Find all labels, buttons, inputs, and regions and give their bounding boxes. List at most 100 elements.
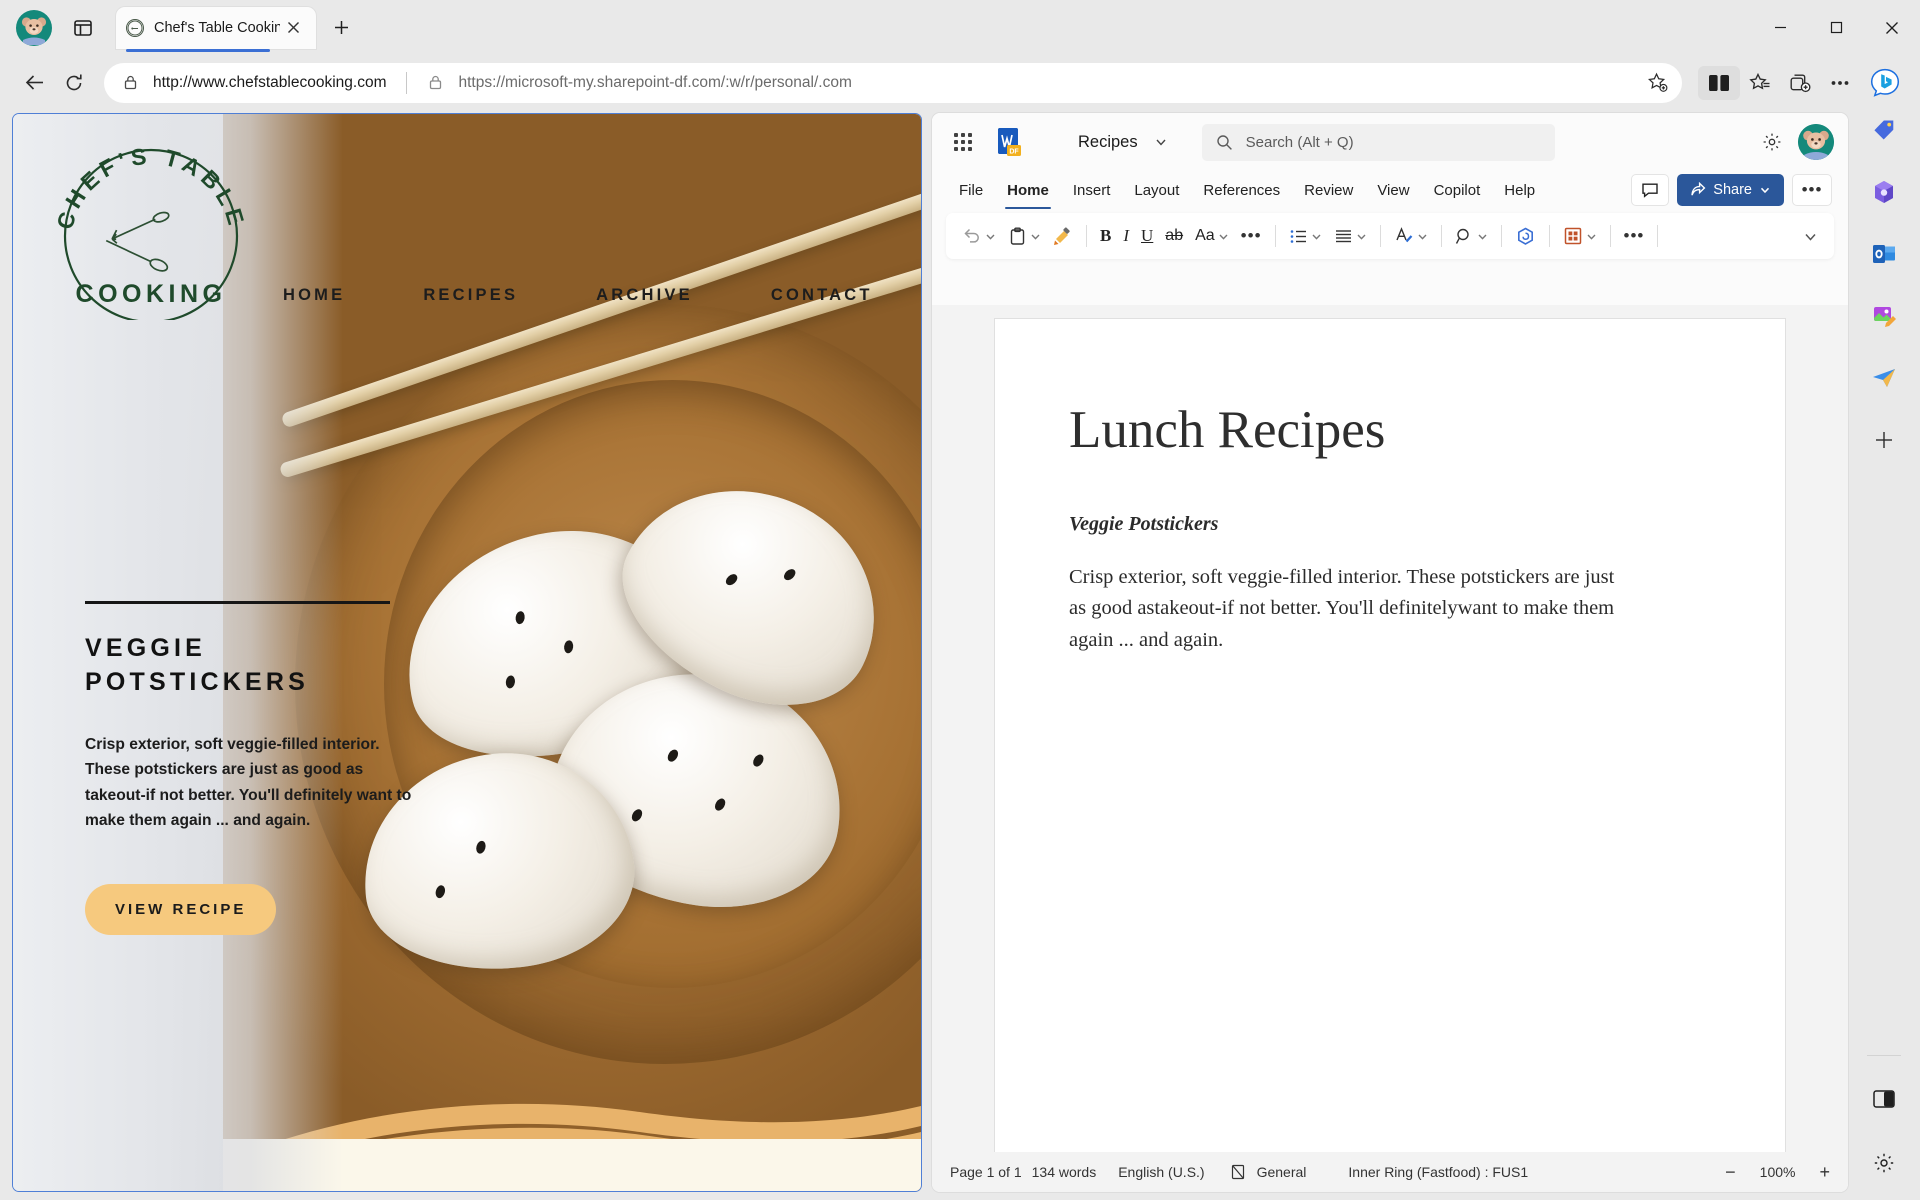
tab-layout[interactable]: Layout [1123,174,1190,206]
settings-gear-icon[interactable] [1863,1142,1905,1184]
tab-view[interactable]: View [1366,174,1420,206]
more-options-button[interactable]: ••• [1792,174,1832,206]
ribbon-tab-strip: File Home Insert Layout References Revie… [932,171,1848,209]
nav-item-contact[interactable]: CONTACT [771,286,873,305]
profile-avatar[interactable] [16,9,52,46]
browser-navigation-bar: http://www.chefstablecooking.com https:/… [0,55,1920,110]
document-scroll-area[interactable]: Lunch Recipes Veggie Potstickers Crisp e… [932,305,1848,1152]
copilot-icon[interactable] [1509,219,1542,253]
share-button[interactable]: Share [1677,174,1784,206]
tab-copilot[interactable]: Copilot [1423,174,1492,206]
tab-references[interactable]: References [1192,174,1291,206]
tab-file[interactable]: File [948,174,994,206]
browser-tab[interactable]: Chef's Table Cooking [116,6,316,52]
chevron-down-icon[interactable] [985,231,996,242]
paste-icon[interactable] [1002,219,1047,253]
word-header: DF Recipes Search (Alt + Q) [932,113,1848,171]
search-input[interactable]: Search (Alt + Q) [1201,123,1555,161]
find-icon[interactable] [1449,219,1494,253]
window-close-button[interactable] [1864,0,1920,55]
site-navigation: HOME RECIPES ARCHIVE CONTACT [283,286,873,305]
collections-star-icon[interactable] [1740,63,1780,103]
strikethrough-icon[interactable]: ab [1159,219,1189,253]
tab-close-icon[interactable] [280,15,306,41]
underline-icon[interactable]: U [1135,219,1159,253]
copilot-tabs-icon[interactable] [1780,63,1820,103]
styles-icon[interactable] [1388,219,1434,253]
bullets-icon[interactable] [1283,219,1328,253]
window-maximize-button[interactable] [1808,0,1864,55]
shopping-tag-icon[interactable] [1863,109,1905,151]
logo-bottom-text: COOKING [76,280,227,308]
lock-icon-secondary [427,74,444,91]
refresh-icon[interactable] [54,63,94,103]
chevron-down-icon[interactable] [1311,231,1322,242]
send-plane-icon[interactable] [1863,357,1905,399]
format-painter-icon[interactable] [1047,219,1079,253]
more-font-icon[interactable]: ••• [1235,219,1268,253]
chevron-down-icon[interactable] [1218,231,1229,242]
chevron-down-icon[interactable] [1417,231,1428,242]
designer-icon[interactable] [1863,295,1905,337]
ribbon-toolbar: B I U ab Aa ••• ••• [946,213,1834,259]
tab-help[interactable]: Help [1493,174,1546,206]
document-page[interactable]: Lunch Recipes Veggie Potstickers Crisp e… [995,319,1785,1152]
chevron-down-icon[interactable] [1356,231,1367,242]
style-indicator[interactable]: General [1257,1164,1307,1180]
nav-item-archive[interactable]: ARCHIVE [596,286,693,305]
user-avatar[interactable] [1798,124,1834,160]
view-recipe-button[interactable]: VIEW RECIPE [85,884,277,935]
address-url-secondary: https://microsoft-my.sharepoint-df.com/:… [458,73,852,91]
share-label: Share [1713,182,1752,198]
undo-icon[interactable] [956,219,1002,253]
chevron-down-icon[interactable] [1030,231,1041,242]
italic-icon[interactable]: I [1117,219,1135,253]
split-pane-icon[interactable] [1863,1078,1905,1120]
tab-home[interactable]: Home [996,174,1060,209]
settings-gear-icon[interactable] [1754,124,1790,160]
waffle-icon[interactable] [946,125,980,159]
overflow-icon[interactable]: ••• [1618,219,1651,253]
hero-title: VEGGIE POTSTICKERS [85,634,309,696]
back-icon[interactable] [14,63,54,103]
align-icon[interactable] [1328,219,1373,253]
address-url-primary: http://www.chefstablecooking.com [153,73,387,91]
nav-item-recipes[interactable]: RECIPES [423,286,518,305]
zoom-out-button[interactable]: − [1725,1162,1736,1183]
chevron-down-icon[interactable] [1586,231,1597,242]
zoom-in-button[interactable]: + [1819,1162,1830,1183]
spellcheck-icon[interactable] [1227,1162,1249,1182]
address-separator [406,71,408,94]
site-logo[interactable]: CHEF'S TABLE COOKING [43,126,259,324]
bing-chat-icon[interactable] [1864,62,1906,104]
font-options-icon[interactable]: Aa [1189,219,1235,253]
share-icon [1691,182,1706,196]
add-tool-icon[interactable] [1863,419,1905,461]
bold-icon[interactable]: B [1094,219,1117,253]
word-count[interactable]: 134 words [1032,1164,1097,1180]
table-icon[interactable] [1557,219,1603,253]
outlook-icon[interactable] [1863,233,1905,275]
tab-insert[interactable]: Insert [1062,174,1122,206]
sidebar-divider [1867,1055,1901,1056]
microsoft365-icon[interactable] [1863,171,1905,213]
chevron-down-icon[interactable] [1154,135,1168,149]
address-bar[interactable]: http://www.chefstablecooking.com https:/… [104,62,1682,103]
tab-review[interactable]: Review [1293,174,1364,206]
word-app-icon: DF [994,126,1024,158]
window-minimize-button[interactable] [1752,0,1808,55]
collapse-ribbon-icon[interactable] [1797,219,1824,253]
new-tab-button[interactable] [328,15,354,41]
tab-actions-icon[interactable] [66,11,100,45]
favorite-add-icon[interactable] [1647,72,1674,93]
language-indicator[interactable]: English (U.S.) [1118,1164,1204,1180]
zoom-level[interactable]: 100% [1760,1164,1796,1180]
document-title[interactable]: Recipes [1078,133,1138,152]
document-paragraph: Crisp exterior, soft veggie-filled inter… [1069,566,1615,651]
split-screen-icon[interactable] [1698,65,1740,100]
chevron-down-icon[interactable] [1477,231,1488,242]
browser-menu-icon[interactable] [1820,63,1860,103]
teddy-bear-avatar-icon [17,10,51,45]
comments-icon[interactable] [1631,174,1670,206]
nav-item-home[interactable]: HOME [283,286,345,305]
